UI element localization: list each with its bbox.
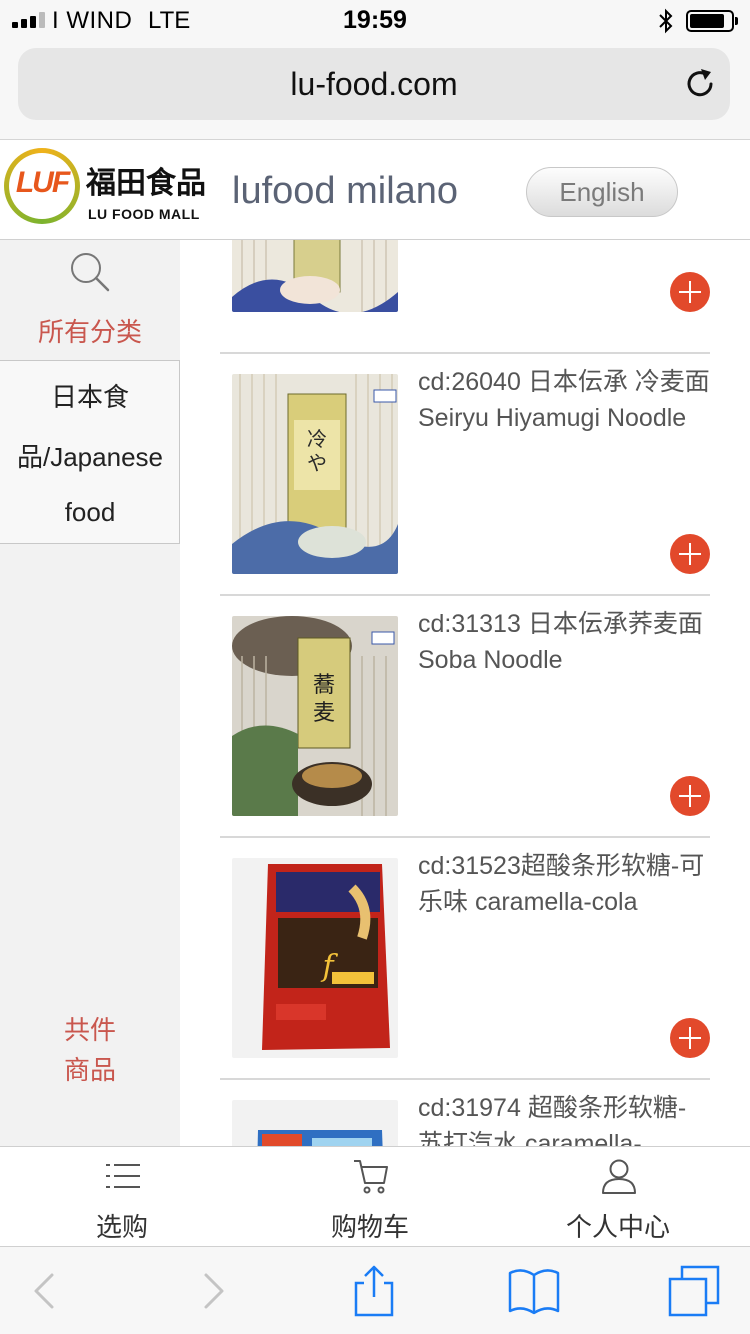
clock: 19:59 [343, 6, 407, 34]
product-item[interactable]: f cd:31523超酸条形软糖-可乐味 caramella-cola [220, 838, 710, 1080]
product-list: 冷 や cd:26040 日本伝承 冷麦面 Seiryu Hiyamugi No… [200, 240, 730, 1146]
language-button[interactable]: English [526, 167, 678, 217]
tab-shop[interactable]: 选购 [22, 1147, 222, 1247]
svg-text:麦: 麦 [313, 701, 335, 726]
screen: I WIND LTE 19:59 lu-food.com LUF 福田食品 LU… [0, 0, 750, 1334]
tab-label: 个人中心 [565, 1212, 670, 1242]
shared-products-link[interactable]: 共件 商品 [0, 1010, 180, 1090]
logo-badge: LUF [4, 148, 80, 224]
product-image [232, 240, 398, 312]
product-title: cd:31523超酸条形软糖-可乐味 caramella-cola [418, 852, 705, 916]
product-title: cd:31313 日本伝承荞麦面 Soba Noodle [418, 610, 703, 674]
product-image: f [232, 858, 398, 1058]
category-label-line: food [64, 497, 116, 527]
add-to-cart-icon[interactable] [670, 1018, 710, 1058]
product-title: cd:26040 日本伝承 冷麦面 Seiryu Hiyamugi Noodle [418, 368, 710, 432]
product-image [232, 1100, 398, 1146]
tabs-icon[interactable] [666, 1263, 722, 1319]
category-sidebar: 所有分类 日本食 品/Japanese food 共件 商品 [0, 240, 180, 1146]
list-icon [106, 1164, 140, 1188]
add-to-cart-icon[interactable] [670, 272, 710, 312]
all-categories-link[interactable]: 所有分类 [0, 312, 180, 349]
battery-icon [686, 10, 738, 32]
product-item[interactable]: 蕎 麦 cd:31313 日本伝承荞麦面 Soba Noodle [220, 596, 710, 838]
logo-chinese-text: 福田食品 [86, 167, 206, 200]
bottom-tab-bar: 选购 购物车 个人中心 [0, 1146, 750, 1246]
tab-label: 选购 [95, 1212, 148, 1242]
bookmarks-icon[interactable] [506, 1263, 562, 1319]
tab-account[interactable]: 个人中心 [518, 1147, 718, 1247]
logo-mark: LUF [15, 166, 70, 199]
search-icon[interactable] [68, 250, 112, 294]
url-field[interactable]: lu-food.com [18, 48, 730, 120]
product-item[interactable] [220, 240, 710, 334]
product-item[interactable]: cd:31974 超酸条形软糖-苏打汽水 caramella- [220, 1080, 710, 1146]
category-label-line: 日本食 [50, 382, 129, 412]
product-title: cd:31974 超酸条形软糖-苏打汽水 caramella- [418, 1094, 687, 1146]
tab-cart[interactable]: 购物车 [270, 1147, 470, 1247]
product-image: 蕎 麦 [232, 616, 398, 816]
svg-text:冷: 冷 [307, 427, 327, 451]
shared-label-line: 商品 [63, 1055, 116, 1085]
svg-text:や: や [307, 451, 327, 475]
forward-icon[interactable] [184, 1263, 240, 1319]
tab-label: 购物车 [330, 1212, 409, 1242]
url-text: lu-food.com [290, 66, 458, 102]
shared-label-line: 共件 [63, 1015, 116, 1045]
add-to-cart-icon[interactable] [670, 534, 710, 574]
sidebar-item-japanese-food[interactable]: 日本食 品/Japanese food [0, 360, 180, 544]
add-to-cart-icon[interactable] [670, 776, 710, 816]
status-bar: I WIND LTE 19:59 [0, 0, 750, 40]
product-item[interactable]: 冷 や cd:26040 日本伝承 冷麦面 Seiryu Hiyamugi No… [220, 354, 710, 596]
site-header: LUF 福田食品 LU FOOD MALL lufood milano Engl… [0, 140, 750, 240]
user-icon [602, 1159, 636, 1194]
back-icon[interactable] [20, 1263, 76, 1319]
logo-english-text: LU FOOD MALL [88, 206, 200, 222]
site-name: lufood milano [232, 170, 459, 212]
category-label-line: 品/Japanese [17, 442, 163, 472]
bluetooth-icon [659, 8, 673, 34]
reload-icon[interactable] [682, 66, 718, 102]
svg-text:蕎: 蕎 [313, 673, 335, 698]
site-logo[interactable]: LUF 福田食品 LU FOOD MALL [4, 148, 210, 228]
browser-toolbar [0, 1246, 750, 1334]
share-icon[interactable] [346, 1263, 402, 1319]
cart-icon [354, 1160, 388, 1194]
browser-address-bar: lu-food.com [0, 40, 750, 140]
product-image: 冷 や [232, 374, 398, 574]
